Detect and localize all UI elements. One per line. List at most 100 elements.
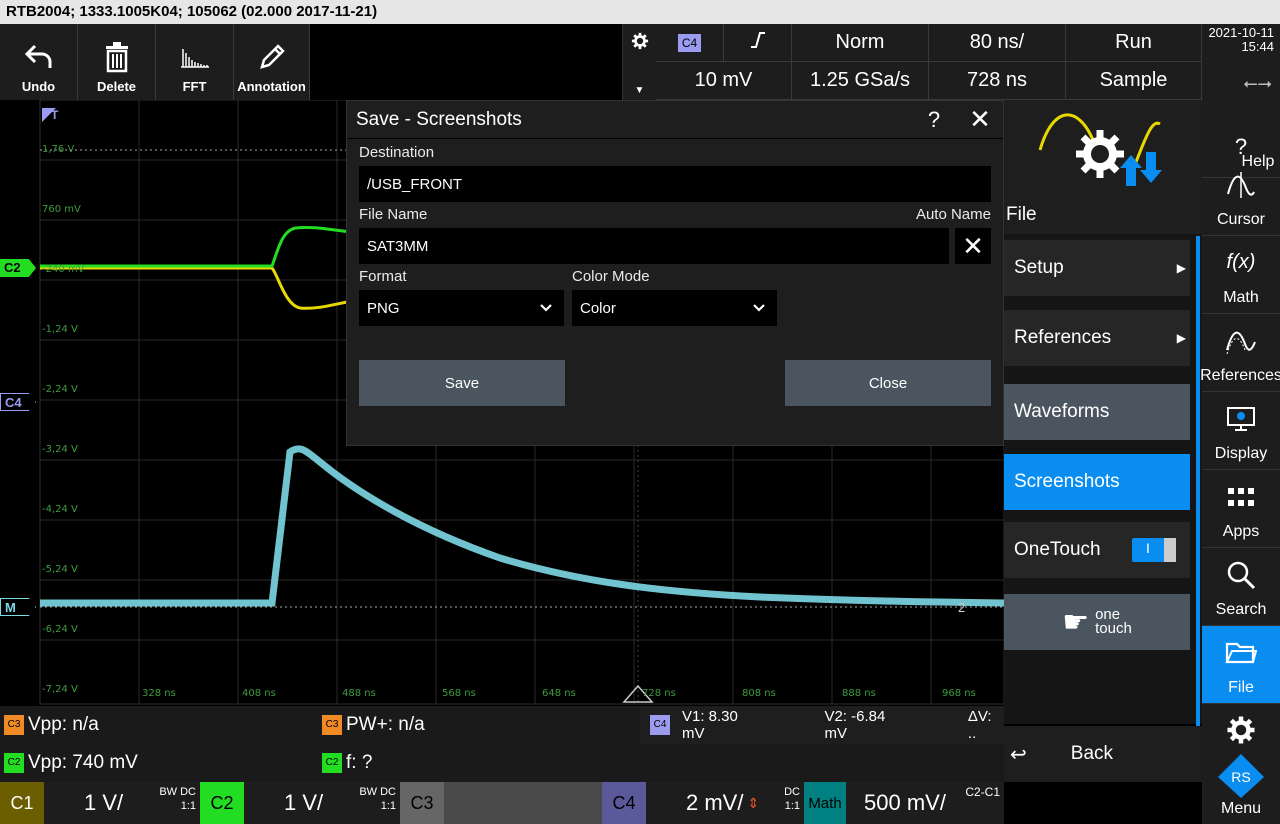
trigger-source[interactable]: C4 [656,24,724,62]
channel-c2[interactable]: C2 1 V/ BW DC 1:1 [200,782,400,824]
channel-math[interactable]: Math 500 mV/ C2-C1 [804,782,1004,824]
fft-icon [179,35,211,79]
menu-item-waveforms[interactable]: Waveforms [1004,384,1190,440]
math-scale: 500 mV/ [864,790,946,815]
settings-column[interactable]: ▼ [622,24,656,100]
channel-c1[interactable]: C1 1 V/ BW DC 1:1 [0,782,200,824]
onetouch-button[interactable]: ☛ one touch [1004,594,1190,650]
measurement-3[interactable]: C2 Vpp: 740 mV [4,752,138,774]
back-button[interactable]: ↩ Back [1004,726,1202,782]
cursor-readout[interactable]: C4 V1: 8.30 mV V2: -6.84 mV ΔV: .. [640,706,1004,744]
acquisition-info: C4 Norm 80 ns/ Run 10 mV 1.25 GSa/s 728 … [656,24,1202,100]
undo-label: Undo [21,79,56,94]
y-axis-label: -1,24 V [42,324,78,335]
folder-icon [1225,626,1257,679]
help-button[interactable]: ? [911,107,957,133]
x-axis-label: 728 ns [642,688,676,699]
close-button[interactable]: Close [785,360,991,406]
window-title: RTB2004; 1333.1005K04; 105062 (02.000 20… [0,0,1280,24]
annotation-label: Annotation [237,79,306,94]
c3-badge: C3 [322,715,342,735]
trigger-slope[interactable] [724,24,792,62]
run-state[interactable]: Run [1066,24,1202,62]
sample-rate[interactable]: 1.25 GSa/s [792,62,929,100]
onetouch-toggle[interactable]: I [1132,538,1176,562]
math-marker[interactable]: M [0,598,36,616]
format-select[interactable]: PNG [359,290,564,326]
back-icon: ↩ [1010,743,1027,766]
sidebar-item-references[interactable]: References [1200,314,1280,392]
format-value: PNG [367,299,400,317]
channel-c4[interactable]: C4 2 mV/ ⇕ DC 1:1 [602,782,804,824]
x-axis-label: 808 ns [742,688,776,699]
svg-text:RS: RS [1231,769,1250,785]
trigger-mode[interactable]: Norm [792,24,929,62]
display-icon [1226,392,1256,445]
save-button[interactable]: Save [359,360,565,406]
caret-down-icon[interactable]: ▼ [635,85,645,96]
cursor-v2: V2: -6.84 mV [824,708,886,742]
c2-marker[interactable]: C2 [0,259,36,277]
sidebar-item-file[interactable]: File [1202,626,1280,704]
acquire-mode[interactable]: Sample [1066,62,1202,100]
sidebar-item-cursor[interactable]: Cursor [1202,158,1280,236]
colormode-value: Color [580,299,616,317]
brand-logo-icon: RS [1216,750,1266,800]
channel-bar: C1 1 V/ BW DC 1:1 C2 1 V/ BW DC 1:1 C3 C4 … [0,782,1004,824]
measurement-2[interactable]: C3 PW+: n/a [322,714,425,736]
horizontal-position[interactable]: 728 ns [929,62,1066,100]
c4-marker[interactable]: C4 [0,393,36,411]
menu-item-onetouch[interactable]: OneTouch I [1004,522,1190,578]
channel-c3[interactable]: C3 [400,782,602,824]
file-menu-title: File [1006,204,1037,225]
save-screenshots-dialog: Save - Screenshots ? ✕ Destination /USB_… [346,100,1004,446]
fft-button[interactable]: FFT [156,24,234,100]
sidebar-item-menu[interactable]: RS Menu [1202,704,1280,824]
undo-button[interactable]: Undo [0,24,78,100]
trash-icon [104,35,130,79]
annotation-button[interactable]: Annotation [234,24,310,100]
sidebar-item-math[interactable]: f(x) Math [1202,236,1280,314]
toolbar: Undo Delete FFT Annotation [0,24,310,100]
y-axis-label: -7,24 V [42,684,78,695]
menu-item-setup[interactable]: Setup ▶ [1004,240,1190,296]
colormode-select[interactable]: Color [572,290,777,326]
menu-item-references[interactable]: References ▶ [1004,310,1190,366]
destination-field[interactable]: /USB_FRONT [359,166,991,202]
dialog-header: Save - Screenshots ? ✕ [347,101,1003,139]
y-axis-label: -3,24 V [42,444,78,455]
reference-icon [1225,314,1257,367]
delete-label: Delete [96,79,137,94]
x-axis-label: 408 ns [242,688,276,699]
c4-scale: 2 mV/ [686,790,744,815]
sidebar-item-search[interactable]: Search [1202,548,1280,626]
trigger-level[interactable]: 10 mV [656,62,792,100]
x-axis-label: 648 ns [542,688,576,699]
settings-gear-icon [1226,710,1256,750]
chevron-down-icon [540,300,552,317]
clear-filename-button[interactable]: ✕ [955,228,991,264]
pencil-icon [256,35,288,79]
cursor-v1: V1: 8.30 mV [681,708,738,742]
sidebar-item-apps[interactable]: Apps [1202,470,1280,548]
filename-field[interactable]: SAT3MM [359,228,949,264]
timebase[interactable]: 80 ns/ [929,24,1066,62]
chevron-right-icon: ▶ [1176,331,1186,345]
gear-icon[interactable] [631,32,649,55]
filename-label: File Name [359,206,428,223]
toolbar-spacer [310,24,622,100]
hand-pointer-icon: ☛ [1062,605,1090,639]
autoname-label: Auto Name [915,206,991,223]
menu-item-screenshots[interactable]: Screenshots [1004,454,1190,510]
close-icon[interactable]: ✕ [957,104,1003,135]
file-menu: File Setup ▶ References ▶ Waveforms Screen… [1004,100,1202,724]
search-icon [1226,548,1256,601]
file-menu-header: File [1004,100,1202,234]
sidebar-item-display[interactable]: Display [1202,392,1280,470]
y-axis-label: -4,24 V [42,504,78,515]
measurement-1[interactable]: C3 Vpp: n/a [4,714,99,736]
chevron-down-icon [753,300,765,317]
delete-button[interactable]: Delete [78,24,156,100]
measurement-4[interactable]: C2 f: ? [322,752,372,774]
menu-scrollbar[interactable] [1196,236,1200,726]
